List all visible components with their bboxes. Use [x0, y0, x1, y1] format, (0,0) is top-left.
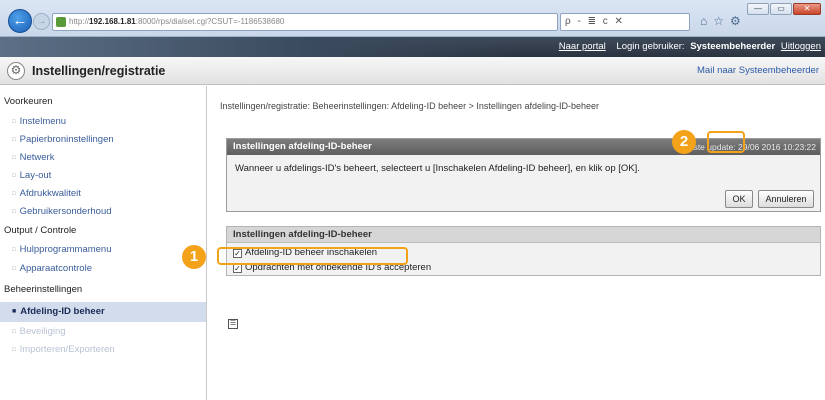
back-button[interactable]: ← — [8, 9, 32, 33]
bullet-icon: □ — [12, 173, 16, 179]
sidebar-item-label: Hulpprogrammamenu — [19, 244, 112, 255]
bullet-icon: □ — [12, 137, 16, 143]
sidebar-item-label: Lay-out — [19, 170, 52, 181]
page-top-icon[interactable]: ☰ — [228, 319, 238, 329]
cancel-button[interactable]: Annuleren — [758, 190, 814, 208]
page-header: ⚙ Instellingen/registratie Mail naar Sys… — [0, 57, 825, 85]
sidebar-item-label: Importeren/Exporteren — [19, 344, 115, 355]
ok-button[interactable]: OK — [725, 190, 753, 208]
address-bar[interactable]: http://192.168.1.81:8000/rps/dialset.cgi… — [52, 13, 558, 31]
settings-gear-icon: ⚙ — [7, 62, 25, 80]
sidebar-item-instelmenu[interactable]: □ Instelmenu — [12, 116, 66, 127]
callout-badge-1: 1 — [182, 245, 206, 269]
sidebar-item-label: Beveiliging — [19, 326, 66, 337]
browser-chrome: — ▭ ✕ ← → http://192.168.1.81:8000/rps/d… — [0, 0, 825, 37]
sidebar-item-papierbroninstellingen[interactable]: □ Papierbroninstellingen — [12, 134, 114, 145]
sidebar-item-label: Instelmenu — [19, 116, 67, 127]
topbar-banner — [0, 37, 520, 57]
app-topbar: Naar portal Login gebruiker: Systeembehe… — [0, 37, 825, 57]
last-update-text: Laatste update: 29/06 2016 10:23:22 — [677, 142, 816, 152]
callout-badge-2: 2 — [672, 130, 696, 154]
bullet-icon: □ — [12, 155, 16, 161]
portal-link[interactable]: Naar portal — [559, 41, 606, 52]
sidebar: Voorkeuren □ Instelmenu □ Papierbroninstel… — [0, 86, 207, 400]
logout-link[interactable]: Uitloggen — [781, 41, 821, 52]
sidebar-item-netwerk[interactable]: □ Netwerk — [12, 152, 54, 163]
page-title: Instellingen/registratie — [32, 64, 166, 78]
sidebar-item-label: Gebruikersonderhoud — [19, 206, 112, 217]
accept-unknown-id-checkbox[interactable]: ✓ — [233, 264, 242, 273]
site-favicon-icon — [56, 17, 66, 27]
bullet-icon: □ — [12, 247, 16, 253]
bullet-icon: □ — [12, 266, 16, 272]
sidebar-item-importeren-exporteren[interactable]: □ Importeren/Exporteren — [12, 344, 115, 355]
sidebar-group-output-controle: Output / Controle — [4, 225, 77, 236]
user-name: Systeembeheerder — [690, 41, 776, 52]
topbar-links: Naar portal Login gebruiker: Systeembehe… — [551, 41, 821, 52]
sidebar-item-lay-out[interactable]: □ Lay-out — [12, 170, 51, 181]
sidebar-item-label: Netwerk — [19, 152, 55, 163]
panel-title: Instellingen afdeling-ID-beheer — [233, 141, 372, 152]
sidebar-item-apparaatcontrole[interactable]: □ Apparaatcontrole — [12, 263, 92, 274]
close-window-button[interactable]: ✕ — [793, 3, 821, 15]
bullet-icon: □ — [12, 191, 16, 197]
bullet-icon: □ — [12, 119, 16, 125]
sidebar-item-beveiliging[interactable]: □ Beveiliging — [12, 326, 66, 337]
sidebar-group-voorkeuren: Voorkeuren — [4, 96, 53, 107]
instruction-text: Wanneer u afdelings-ID's beheert, select… — [235, 163, 640, 174]
address-path: :8000/rps/dialset.cgi?CSUT=-1186538680 — [135, 17, 285, 26]
sidebar-group-beheerinstellingen: Beheerinstellingen — [4, 284, 83, 295]
address-host: 192.168.1.81 — [89, 17, 136, 26]
sidebar-item-hulpprogrammamenu[interactable]: □ Hulpprogrammamenu — [12, 244, 112, 255]
address-prefix: http:// — [69, 17, 90, 26]
mail-admin-link[interactable]: Mail naar Systeembeheerder — [697, 65, 819, 76]
settings-gear-icon[interactable]: ⚙ — [730, 14, 741, 28]
breadcrumb: Instellingen/registratie: Beheerinstelli… — [220, 101, 599, 111]
sidebar-item-afdeling-id-beheer[interactable]: ■ Afdeling-ID beheer — [12, 306, 105, 317]
forward-button[interactable]: → — [33, 13, 50, 30]
maximize-button[interactable]: ▭ — [770, 3, 792, 15]
minimize-button[interactable]: — — [747, 3, 769, 15]
sidebar-item-label: Papierbroninstellingen — [19, 134, 114, 145]
window-controls: — ▭ ✕ — [747, 3, 821, 15]
checkbox-highlight — [217, 247, 408, 265]
bullet-icon: □ — [12, 347, 16, 353]
toolbar-icons: ⌂ ☆ ⚙ — [700, 14, 741, 28]
bullet-icon: ■ — [12, 308, 17, 315]
home-icon[interactable]: ⌂ — [700, 14, 707, 28]
ok-highlight — [707, 131, 745, 153]
login-label: Login gebruiker: — [616, 41, 685, 52]
sidebar-item-label: Apparaatcontrole — [19, 263, 92, 274]
favorites-star-icon[interactable]: ☆ — [713, 14, 724, 28]
address-tools[interactable]: ρ - ≣ c ✕ — [560, 13, 690, 31]
bullet-icon: □ — [12, 209, 16, 215]
sidebar-item-afdrukkwaliteit[interactable]: □ Afdrukkwaliteit — [12, 188, 81, 199]
bullet-icon: □ — [12, 329, 16, 335]
sidebar-item-gebruikersonderhoud[interactable]: □ Gebruikersonderhoud — [12, 206, 112, 217]
sidebar-item-label: Afdrukkwaliteit — [19, 188, 81, 199]
options-panel-title: Instellingen afdeling-ID-beheer — [227, 227, 820, 243]
sidebar-item-label: Afdeling-ID beheer — [20, 306, 105, 317]
